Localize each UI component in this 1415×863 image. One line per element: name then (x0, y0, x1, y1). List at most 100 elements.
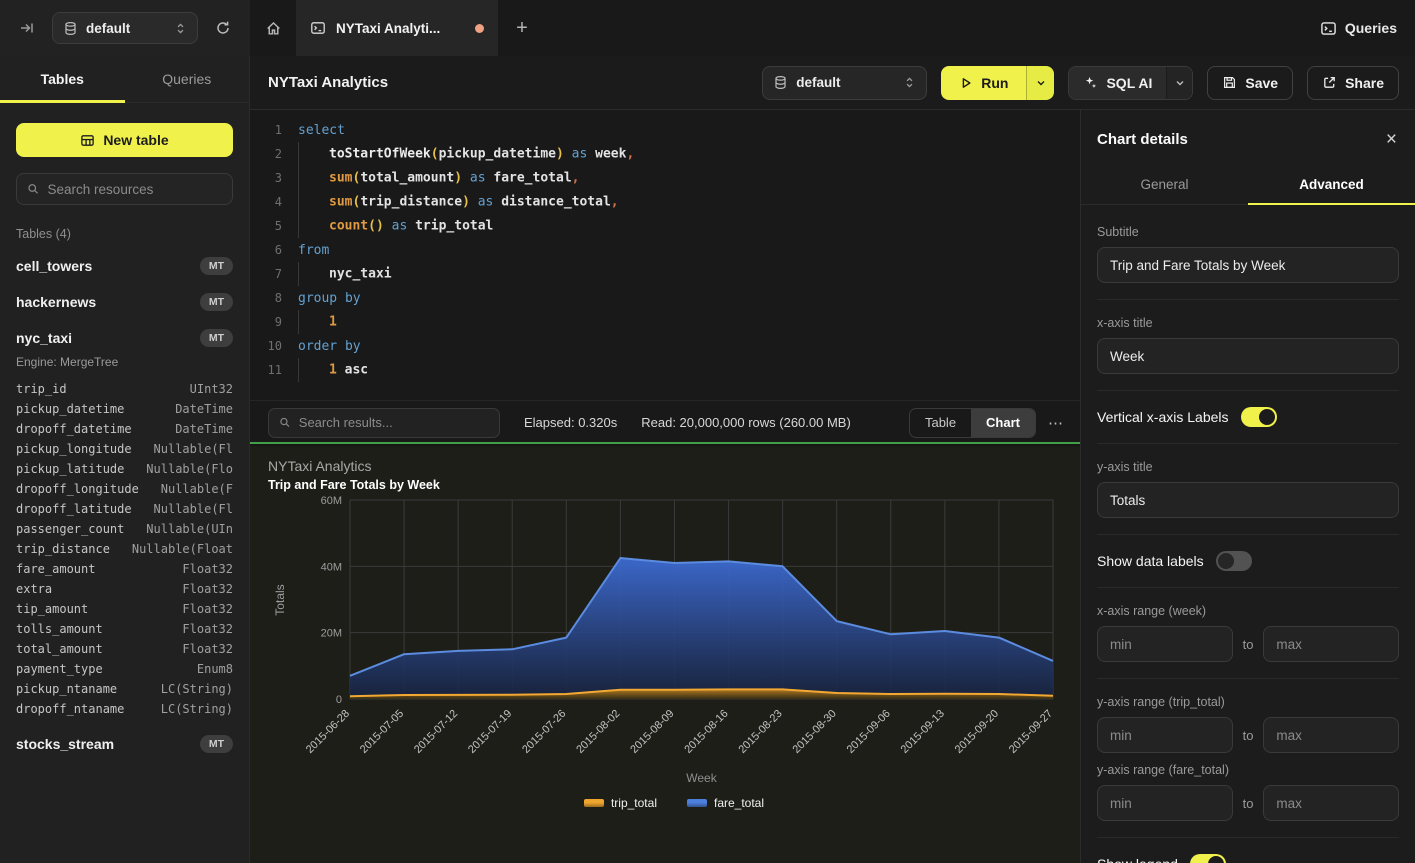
table-item-stocks_stream[interactable]: stocks_streamMT (16, 733, 233, 755)
table-item-hackernews[interactable]: hackernewsMT (16, 291, 233, 313)
collapse-sidebar-button[interactable] (12, 13, 42, 43)
column-row[interactable]: dropoff_longitudeNullable(F (16, 479, 233, 499)
column-row[interactable]: dropoff_datetimeDateTime (16, 419, 233, 439)
divider (1097, 837, 1399, 838)
table-item-cell_towers[interactable]: cell_towersMT (16, 255, 233, 277)
column-row[interactable]: trip_distanceNullable(Float (16, 539, 233, 559)
y-axis-tick-label: 0 (336, 694, 342, 706)
legend-item-trip_total[interactable]: trip_total (584, 796, 657, 810)
yaxis-title-field[interactable] (1097, 482, 1399, 518)
query-tab[interactable]: NYTaxi Analyti... (296, 0, 498, 56)
column-row[interactable]: total_amountFloat32 (16, 639, 233, 659)
engine-badge: MT (200, 329, 233, 347)
column-row[interactable]: pickup_ntanameLC(String) (16, 679, 233, 699)
yaxis-range-fare-max[interactable] (1263, 785, 1399, 821)
show-data-labels-toggle[interactable] (1216, 551, 1252, 571)
yaxis-range-fare-min[interactable] (1097, 785, 1233, 821)
tab-general[interactable]: General (1081, 165, 1248, 204)
run-button[interactable]: Run (941, 66, 1026, 100)
column-row[interactable]: extraFloat32 (16, 579, 233, 599)
run-options-button[interactable] (1026, 66, 1054, 100)
xaxis-title-field[interactable] (1097, 338, 1399, 374)
show-legend-toggle[interactable] (1190, 854, 1226, 863)
sql-ai-options-button[interactable] (1166, 67, 1192, 99)
column-row[interactable]: pickup_latitudeNullable(Flo (16, 459, 233, 479)
table-icon (80, 133, 95, 148)
view-toggle-chart[interactable]: Chart (971, 409, 1035, 437)
column-row[interactable]: dropoff_latitudeNullable(Fl (16, 499, 233, 519)
refresh-button[interactable] (208, 13, 238, 43)
column-row[interactable]: trip_idUInt32 (16, 379, 233, 399)
elapsed-stat: Elapsed: 0.320s (524, 415, 617, 430)
column-type: Float32 (182, 642, 233, 656)
column-row[interactable]: payment_typeEnum8 (16, 659, 233, 679)
column-name: pickup_ntaname (16, 682, 117, 696)
sidebar-tab-queries[interactable]: Queries (125, 56, 250, 102)
tables-section-label: Tables (4) (16, 227, 233, 241)
column-row[interactable]: fare_amountFloat32 (16, 559, 233, 579)
save-button-label: Save (1245, 75, 1278, 91)
database-selector-value: default (86, 21, 166, 36)
sidebar-tab-tables[interactable]: Tables (0, 56, 125, 102)
legend-item-fare_total[interactable]: fare_total (687, 796, 764, 810)
read-stat: Read: 20,000,000 rows (260.00 MB) (641, 415, 851, 430)
vertical-xaxis-labels-toggle[interactable] (1241, 407, 1277, 427)
view-toggle-table[interactable]: Table (910, 409, 971, 437)
code-line: 3sum(total_amount) as fare_total, (250, 166, 1080, 190)
code-line: 4sum(trip_distance) as distance_total, (250, 190, 1080, 214)
yaxis-range-fare-row: to (1097, 785, 1399, 821)
column-row[interactable]: dropoff_ntanameLC(String) (16, 699, 233, 719)
column-row[interactable]: passenger_count Nullable(UIn (16, 519, 233, 539)
table-item-nyc_taxi[interactable]: nyc_taxiMT (16, 327, 233, 349)
sql-ai-button[interactable]: SQL AI (1069, 67, 1166, 99)
save-button[interactable]: Save (1207, 66, 1293, 100)
column-type: UInt32 (190, 382, 233, 396)
show-legend-row: Show legend (1097, 854, 1399, 863)
results-more-button[interactable]: ⋯ (1048, 414, 1064, 432)
column-type: Nullable(Fl (154, 502, 233, 516)
column-type: LC(String) (161, 702, 233, 716)
home-button[interactable] (250, 0, 296, 56)
top-bar: default NYTaxi Analyti... + Queries (0, 0, 1415, 56)
column-row[interactable]: pickup_longitudeNullable(Fl (16, 439, 233, 459)
tab-advanced[interactable]: Advanced (1248, 165, 1415, 204)
sql-editor[interactable]: 1select2toStartOfWeek(pickup_datetime) a… (250, 110, 1080, 400)
xaxis-range-max[interactable] (1263, 626, 1399, 662)
code-line: 2toStartOfWeek(pickup_datetime) as week, (250, 142, 1080, 166)
new-tab-button[interactable]: + (498, 0, 546, 56)
code-text: nyc_taxi (298, 262, 392, 286)
column-type: Float32 (182, 602, 233, 616)
database-selector[interactable]: default (52, 12, 198, 44)
x-axis-tick-label: 2015-07-26 (520, 708, 568, 756)
line-number: 1 (250, 123, 282, 137)
unsaved-changes-dot (475, 24, 484, 33)
results-search-input[interactable] (299, 415, 489, 430)
x-axis-tick-label: 2015-09-20 (953, 708, 1001, 756)
column-row[interactable]: pickup_datetimeDateTime (16, 399, 233, 419)
line-number: 4 (250, 195, 282, 209)
resource-search-input[interactable] (48, 182, 222, 197)
new-table-button[interactable]: New table (16, 123, 233, 157)
column-name: passenger_count (16, 522, 124, 536)
show-data-labels-row: Show data labels (1097, 551, 1399, 571)
code-line: 91 (250, 310, 1080, 334)
queries-menu-button[interactable]: Queries (1320, 0, 1397, 56)
subtitle-field[interactable] (1097, 247, 1399, 283)
results-chart[interactable]: 020M40M60M2015-06-282015-07-052015-07-12… (250, 492, 1080, 792)
run-database-value: default (796, 75, 895, 90)
database-icon (773, 75, 788, 90)
yaxis-range-trip-min[interactable] (1097, 717, 1233, 753)
engine-label: Engine: MergeTree (16, 355, 233, 369)
close-icon[interactable]: × (1386, 130, 1397, 149)
yaxis-range-fare-label: y-axis range (fare_total) (1097, 763, 1399, 777)
yaxis-range-trip-max[interactable] (1263, 717, 1399, 753)
xaxis-title-field-label: x-axis title (1097, 316, 1399, 330)
share-icon (1322, 75, 1337, 90)
xaxis-range-min[interactable] (1097, 626, 1233, 662)
run-database-selector[interactable]: default (762, 66, 927, 100)
share-button[interactable]: Share (1307, 66, 1399, 100)
line-number: 11 (250, 363, 282, 377)
column-row[interactable]: tolls_amountFloat32 (16, 619, 233, 639)
column-row[interactable]: tip_amountFloat32 (16, 599, 233, 619)
column-type: Nullable(UIn (146, 522, 233, 536)
